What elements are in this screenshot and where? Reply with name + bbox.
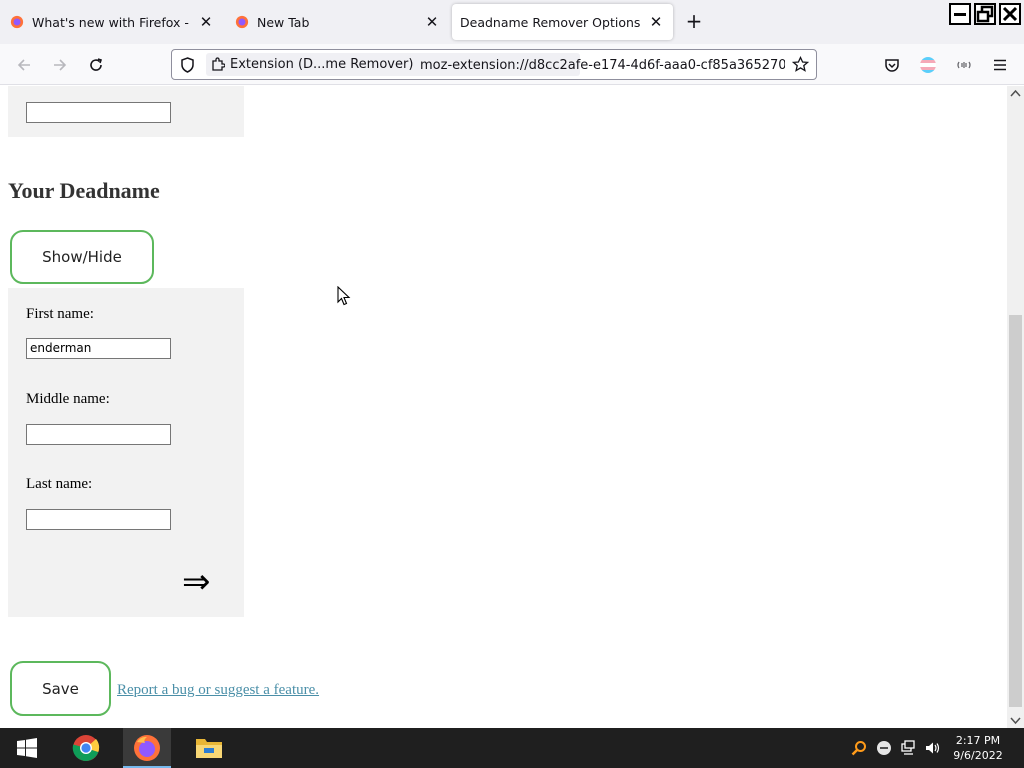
puzzle-piece-icon xyxy=(212,57,225,71)
smiley-tray-icon[interactable] xyxy=(876,740,892,756)
close-icon xyxy=(1002,6,1018,22)
close-window-button[interactable] xyxy=(999,3,1021,25)
last-name-field[interactable] xyxy=(26,509,171,530)
show-hide-button[interactable]: Show/Hide xyxy=(10,230,154,284)
taskbar-file-explorer[interactable] xyxy=(185,728,233,768)
reload-button[interactable] xyxy=(83,52,109,78)
extension-signal-icon xyxy=(957,61,971,69)
extension-identity-label: Extension (D...me Remover) xyxy=(230,57,414,72)
forward-button[interactable] xyxy=(47,52,73,78)
middle-name-field[interactable] xyxy=(26,424,171,445)
restore-window-button[interactable] xyxy=(974,3,996,25)
hamburger-menu-icon xyxy=(994,59,1006,71)
navigation-toolbar: Extension (D...me Remover) moz-extension… xyxy=(0,44,1024,85)
mouse-pointer-icon xyxy=(337,286,351,306)
folder-icon xyxy=(196,739,222,758)
tab-title: Deadname Remover Options xyxy=(460,14,641,30)
taskbar-chrome[interactable] xyxy=(62,728,110,768)
system-clock[interactable]: 2:17 PM 9/6/2022 xyxy=(946,733,1010,763)
last-name-label: Last name: xyxy=(26,476,93,492)
scroll-up-arrow-icon[interactable] xyxy=(1010,89,1021,98)
scrollbar-thumb[interactable] xyxy=(1009,315,1022,707)
tab-deadname-remover-options[interactable]: Deadname Remover Options ✕ xyxy=(452,4,673,40)
bookmark-star-icon[interactable] xyxy=(792,56,809,73)
network-tray-icon[interactable] xyxy=(900,740,916,756)
tab-whats-new[interactable]: What's new with Firefox - More ✕ xyxy=(0,4,222,40)
windows-logo-icon xyxy=(17,738,37,758)
restore-icon xyxy=(976,5,994,23)
clock-time: 2:17 PM xyxy=(955,734,1001,747)
first-name-label: First name: xyxy=(26,306,94,322)
next-arrow-button[interactable]: ⇒ xyxy=(182,562,211,602)
new-tab-plus-icon[interactable]: + xyxy=(682,10,706,34)
middle-name-label: Middle name: xyxy=(26,391,110,407)
tab-new-tab[interactable]: New Tab ✕ xyxy=(225,4,448,40)
back-button[interactable] xyxy=(11,52,37,78)
firefox-icon xyxy=(134,735,160,761)
trans-flag-extension-button[interactable] xyxy=(915,52,941,78)
save-button[interactable]: Save xyxy=(10,661,111,716)
close-tab-icon[interactable]: ✕ xyxy=(422,12,442,32)
scroll-down-arrow-icon[interactable] xyxy=(1010,716,1021,725)
firefox-icon xyxy=(235,15,249,29)
reload-icon xyxy=(90,58,103,71)
chrome-icon xyxy=(72,735,100,762)
close-tab-icon[interactable]: ✕ xyxy=(646,12,666,32)
report-bug-link[interactable]: Report a bug or suggest a feature. xyxy=(117,682,319,699)
clock-date: 9/6/2022 xyxy=(953,749,1003,762)
address-bar[interactable]: Extension (D...me Remover) moz-extension… xyxy=(171,49,817,80)
windows-taskbar: 2:17 PM 9/6/2022 xyxy=(0,728,1024,768)
pocket-button[interactable] xyxy=(879,52,905,78)
taskbar-firefox[interactable] xyxy=(123,728,171,768)
extension-button[interactable] xyxy=(951,52,977,78)
deadname-panel: First name: enderman Middle name: Last n… xyxy=(8,288,244,617)
first-name-field[interactable]: enderman xyxy=(26,338,171,359)
application-menu-button[interactable] xyxy=(987,52,1013,78)
previous-settings-panel xyxy=(8,86,244,137)
search-magnifier-tray-icon[interactable] xyxy=(851,740,867,756)
tab-title: New Tab xyxy=(257,14,310,30)
pocket-icon xyxy=(885,59,899,72)
url-text: moz-extension://d8cc2afe-e174-4d6f-aaa0-… xyxy=(420,58,785,73)
forward-arrow-icon xyxy=(54,59,67,71)
section-title: Your Deadname xyxy=(8,178,160,203)
tracking-protection-shield-icon[interactable] xyxy=(180,57,195,73)
vertical-scrollbar[interactable] xyxy=(1007,86,1024,728)
trans-flag-icon xyxy=(920,57,936,73)
start-button[interactable] xyxy=(3,728,51,768)
extension-options-page: Your Deadname Show/Hide First name: ende… xyxy=(0,86,1007,728)
minimize-window-button[interactable] xyxy=(949,3,971,25)
back-arrow-icon xyxy=(17,59,30,71)
tab-strip: What's new with Firefox - More ✕ New Tab… xyxy=(0,0,1024,44)
minimize-icon xyxy=(954,13,966,16)
tab-title: What's new with Firefox - More xyxy=(32,14,194,30)
close-tab-icon[interactable]: ✕ xyxy=(196,12,216,32)
previous-settings-input[interactable] xyxy=(26,102,171,123)
firefox-icon xyxy=(10,15,24,29)
volume-tray-icon[interactable] xyxy=(924,740,940,756)
